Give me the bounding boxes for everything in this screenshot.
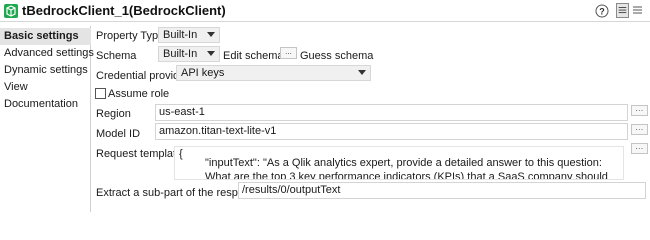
svg-text:?: ? (599, 7, 605, 17)
help-icon[interactable]: ? (595, 4, 609, 18)
credential-provider-select[interactable]: API keys (176, 65, 371, 81)
request-template-line-2: "inputText": "As a Qlik analytics expert… (205, 157, 608, 180)
chevron-down-icon (207, 51, 215, 56)
property-type-label: Property Type (96, 30, 165, 42)
model-id-label: Model ID (96, 128, 141, 140)
credential-provider-label: Credential provider (96, 70, 189, 82)
schema-label: Schema (96, 50, 137, 62)
chevron-down-icon (207, 32, 215, 37)
sidebar-item-basic-settings[interactable]: Basic settings (0, 28, 91, 45)
property-type-value: Built-In (163, 29, 198, 41)
request-template-line-1: { (179, 148, 183, 160)
guess-schema-button[interactable]: Guess schema (300, 49, 373, 63)
edit-schema-button[interactable]: ... (280, 47, 297, 59)
property-type-select[interactable]: Built-In (158, 27, 220, 43)
edit-schema-label: Edit schema (223, 50, 284, 62)
sidebar-item-dynamic-settings[interactable]: Dynamic settings (0, 62, 91, 79)
assume-role-checkbox[interactable] (95, 88, 106, 99)
sidebar-item-view[interactable]: View (0, 79, 91, 96)
schema-select[interactable]: Built-In (158, 46, 220, 62)
sidebar-item-documentation[interactable]: Documentation (0, 96, 91, 113)
region-label: Region (96, 108, 131, 120)
region-options-button[interactable]: ... (631, 105, 648, 116)
schema-value: Built-In (163, 48, 198, 60)
chevron-down-icon (358, 70, 366, 75)
component-icon (4, 4, 18, 18)
settings-sidebar: Basic settings Advanced settings Dynamic… (0, 26, 94, 212)
request-template-options-button[interactable]: ... (631, 143, 648, 154)
model-id-input[interactable]: amazon.titan-text-lite-v1 (155, 123, 628, 140)
list-view-icon[interactable] (631, 3, 644, 18)
sidebar-item-advanced-settings[interactable]: Advanced settings (0, 45, 94, 62)
region-input[interactable]: us-east-1 (155, 104, 628, 121)
assume-role-label: Assume role (108, 88, 170, 100)
request-template-editor[interactable]: { "inputText": "As a Qlik analytics expe… (174, 146, 624, 180)
extract-input[interactable]: /results/0/outputText (238, 182, 646, 199)
extract-label: Extract a sub-part of the response (96, 187, 262, 199)
credential-provider-value: API keys (181, 67, 225, 79)
window-title: tBedrockClient_1(BedrockClient) (22, 3, 226, 18)
request-template-label: Request template (96, 148, 183, 160)
window-titlebar: tBedrockClient_1(BedrockClient) ? (0, 0, 650, 22)
model-id-options-button[interactable]: ... (631, 124, 648, 135)
table-view-icon[interactable] (616, 3, 629, 18)
